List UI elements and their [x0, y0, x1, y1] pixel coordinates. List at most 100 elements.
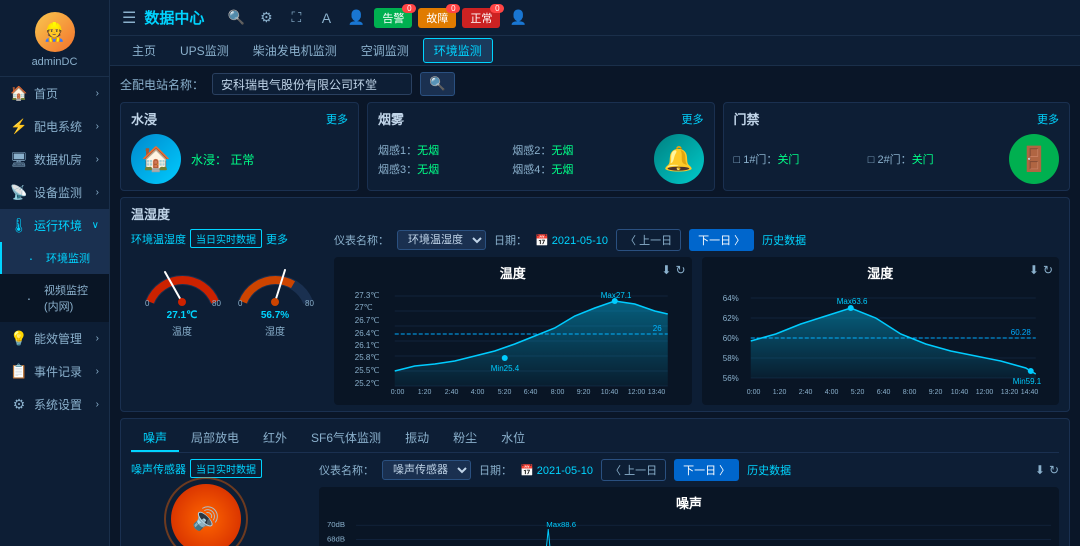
- sensor-select[interactable]: 环境温湿度: [397, 230, 486, 250]
- sidebar-item-power[interactable]: 💡 能效管理 ›: [0, 322, 109, 355]
- smoke-card-header: 烟雾 更多: [378, 109, 704, 128]
- svg-text:1:20: 1:20: [772, 389, 786, 396]
- topbar-right: 🔍 ⚙ ⛶ A 👤 告警 0 故障 0 正常 0 👤: [224, 6, 530, 30]
- temp-gauge-value: 27.1℃: [167, 310, 198, 321]
- topbar: ☰ 数据中心 🔍 ⚙ ⛶ A 👤 告警 0 故障 0 正常 0 👤: [110, 0, 1080, 36]
- sub-tab-vibration[interactable]: 振动: [393, 425, 441, 452]
- door-card-more[interactable]: 更多: [1037, 111, 1059, 127]
- smoke-item-0: 烟感1：无烟: [378, 142, 509, 158]
- status-fault-btn[interactable]: 正常 0: [462, 8, 500, 28]
- svg-text:56%: 56%: [722, 374, 738, 383]
- settings-topbar-icon[interactable]: ⚙: [254, 6, 278, 30]
- svg-text:0: 0: [238, 299, 243, 308]
- noise-download-icon[interactable]: ⬇: [1035, 463, 1045, 477]
- svg-text:9:20: 9:20: [928, 389, 942, 396]
- status-warning-btn[interactable]: 故障 0: [418, 8, 456, 28]
- station-input[interactable]: [212, 73, 412, 95]
- profile-icon[interactable]: 👤: [506, 6, 530, 30]
- svg-text:58%: 58%: [722, 354, 738, 363]
- sidebar-item-datacenter[interactable]: 🖥 数据机房 ›: [0, 143, 109, 176]
- sidebar-item-video[interactable]: · 视频监控(内网): [0, 274, 109, 322]
- content-area: 全配电站名称： 🔍 水浸 更多 🏠 水浸： 正常: [110, 66, 1080, 546]
- noise-sensor-label: 噪声传感器: [131, 461, 186, 477]
- svg-text:25.5℃: 25.5℃: [355, 366, 380, 375]
- door-grid: □ 1#门：关门 □ 2#门：关门: [734, 151, 1000, 167]
- tab-generator[interactable]: 柴油发电机监测: [243, 39, 347, 62]
- humid-gauge-value: 56.7%: [261, 310, 289, 321]
- temp-more-btn[interactable]: 更多: [266, 231, 288, 247]
- sub-tab-infrared[interactable]: 红外: [251, 425, 299, 452]
- svg-text:2:40: 2:40: [798, 389, 812, 396]
- user-icon[interactable]: 👤: [344, 6, 368, 30]
- svg-text:80: 80: [212, 299, 221, 308]
- svg-text:2:40: 2:40: [445, 389, 459, 396]
- sub-tab-dust[interactable]: 粉尘: [441, 425, 489, 452]
- sidebar-menu: 🏠 首页 › ⚡ 配电系统 › 🖥 数据机房 › 📡 设备监测 › 🌡 运行环境…: [0, 77, 109, 546]
- distribution-arrow: ›: [96, 121, 99, 132]
- events-icon: 📋: [10, 363, 28, 380]
- svg-text:Min59.1: Min59.1: [1012, 377, 1041, 386]
- env-icon: ·: [22, 250, 40, 266]
- noise-refresh-icon[interactable]: ↻: [1049, 463, 1059, 477]
- sub-tab-localelec[interactable]: 局部放电: [179, 425, 251, 452]
- svg-text:25.8℃: 25.8℃: [355, 353, 380, 362]
- sidebar-item-settings[interactable]: ⚙ 系统设置 ›: [0, 388, 109, 421]
- sidebar-item-home[interactable]: 🏠 首页 ›: [0, 77, 109, 110]
- svg-text:8:00: 8:00: [551, 389, 565, 396]
- noise-next-day-btn[interactable]: 下一日 〉: [674, 459, 739, 481]
- humid-refresh-icon[interactable]: ↻: [1043, 263, 1053, 277]
- temp-charts-area: 仪表名称： 环境温湿度 日期： 📅 2021-05-10 〈 上一日 下一日 〉…: [334, 229, 1059, 405]
- svg-text:1:20: 1:20: [418, 389, 432, 396]
- svg-text:62%: 62%: [722, 314, 738, 323]
- status-normal-btn[interactable]: 告警 0: [374, 8, 412, 28]
- sidebar-item-runtime[interactable]: 🌡 运行环境 ∨: [0, 209, 109, 242]
- sub-tabs: 噪声 局部放电 红外 SF6气体监测 振动 粉尘 水位: [131, 425, 1059, 453]
- svg-text:6:40: 6:40: [876, 389, 890, 396]
- sidebar-item-distribution[interactable]: ⚡ 配电系统 ›: [0, 110, 109, 143]
- station-bar: 全配电站名称： 🔍: [120, 72, 1070, 96]
- expand-icon[interactable]: ⛶: [284, 6, 308, 30]
- temp-download-icon[interactable]: ⬇: [661, 263, 671, 277]
- menu-icon[interactable]: ☰: [122, 8, 136, 28]
- water-card-more[interactable]: 更多: [326, 111, 348, 127]
- sidebar-item-env[interactable]: · 环境监测: [0, 242, 109, 274]
- svg-text:5:20: 5:20: [850, 389, 864, 396]
- water-card-body: 🏠 水浸： 正常: [131, 134, 348, 184]
- noise-sensor-select[interactable]: 噪声传感器: [382, 460, 471, 480]
- noise-history-btn[interactable]: 历史数据: [747, 462, 791, 478]
- date-label: 日期：: [494, 232, 527, 248]
- search-icon[interactable]: 🔍: [224, 6, 248, 30]
- prev-day-btn[interactable]: 〈 上一日: [616, 229, 681, 251]
- smoke-card-more[interactable]: 更多: [682, 111, 704, 127]
- temp-gauge: 0 80 27.1℃ 温度: [140, 252, 225, 338]
- sub-tab-water[interactable]: 水位: [489, 425, 537, 452]
- water-card-info: 水浸： 正常: [191, 151, 348, 168]
- history-btn[interactable]: 历史数据: [762, 232, 806, 248]
- noise-prev-day-btn[interactable]: 〈 上一日: [601, 459, 666, 481]
- date-value: 📅 2021-05-10: [535, 234, 608, 247]
- humid-download-icon[interactable]: ⬇: [1029, 263, 1039, 277]
- sidebar-item-events[interactable]: 📋 事件记录 ›: [0, 355, 109, 388]
- tab-env[interactable]: 环境监测: [423, 38, 493, 63]
- temp-refresh-icon[interactable]: ↻: [675, 263, 685, 277]
- app-title: 数据中心: [144, 7, 204, 28]
- svg-text:8:00: 8:00: [902, 389, 916, 396]
- sidebar-item-device[interactable]: 📡 设备监测 ›: [0, 176, 109, 209]
- next-day-btn[interactable]: 下一日 〉: [689, 229, 754, 251]
- font-icon[interactable]: A: [314, 6, 338, 30]
- noise-date-label: 日期：: [479, 462, 512, 478]
- svg-text:27.3℃: 27.3℃: [355, 291, 380, 300]
- sub-tab-noise[interactable]: 噪声: [131, 425, 179, 452]
- svg-text:13:40: 13:40: [648, 389, 666, 396]
- tab-ac[interactable]: 空调监测: [351, 39, 419, 62]
- door-card-title: 门禁: [734, 109, 760, 128]
- tab-home[interactable]: 主页: [122, 39, 166, 62]
- smoke-card-body: 烟感1：无烟 烟感2：无烟 烟感3：无烟 烟感4：无烟 🔔: [378, 134, 704, 184]
- svg-text:12:00: 12:00: [975, 389, 993, 396]
- tab-ups[interactable]: UPS监测: [170, 39, 239, 62]
- station-search-button[interactable]: 🔍: [420, 72, 455, 96]
- door-icon: 🚪: [1009, 134, 1059, 184]
- datacenter-arrow: ›: [96, 154, 99, 165]
- temperature-chart: ⬇ ↻ 温度 27.3℃ 27℃ 26.7℃ 26.4℃ 26.1℃: [334, 257, 692, 405]
- sub-tab-sf6[interactable]: SF6气体监测: [299, 425, 393, 452]
